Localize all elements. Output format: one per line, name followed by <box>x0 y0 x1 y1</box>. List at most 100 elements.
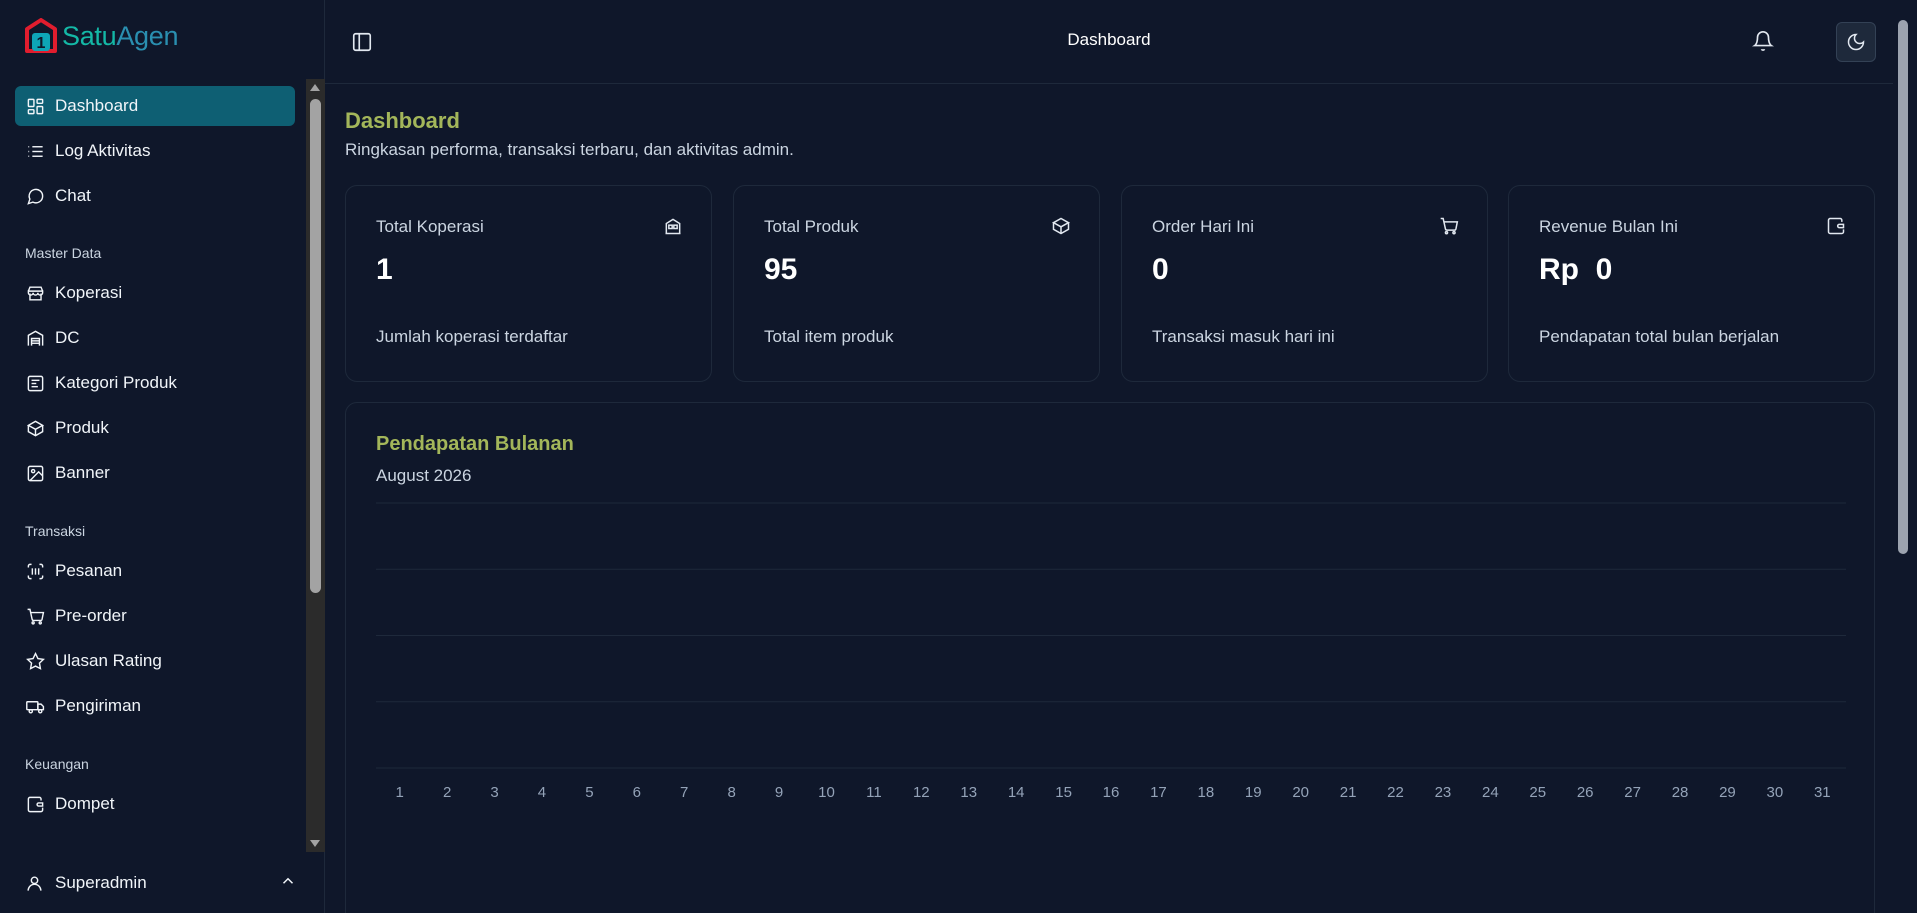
stat-card-label: Revenue Bulan Ini <box>1539 217 1678 236</box>
chart-x-tick-label: 6 <box>633 784 641 801</box>
chart-x-tick-label: 16 <box>1103 784 1120 801</box>
sidebar-item-label: Kategori Produk <box>55 373 177 392</box>
sidebar-item-dc[interactable]: DC <box>15 318 295 358</box>
stat-card-total-produk: Total Produk 95 Total item produk <box>733 185 1100 382</box>
section-master-data: Master Data <box>25 245 102 261</box>
sidebar-item-produk[interactable]: Produk <box>15 408 295 448</box>
user-name: Superadmin <box>55 873 147 892</box>
building-icon <box>663 216 683 236</box>
chart-x-tick-label: 12 <box>913 784 930 801</box>
stat-card-desc: Total item produk <box>764 327 894 346</box>
page-scrollbar[interactable] <box>1893 0 1917 913</box>
revenue-chart-card: Pendapatan Bulanan August 2026 123456789… <box>345 402 1875 913</box>
page-scroll-thumb[interactable] <box>1898 20 1908 554</box>
main-content: Dashboard Ringkasan performa, transaksi … <box>345 108 1875 913</box>
chart-x-tick-label: 15 <box>1055 784 1072 801</box>
sidebar-item-chat[interactable]: Chat <box>15 176 295 216</box>
sidebar-item-label: Pre-order <box>55 606 127 625</box>
sidebar-item-label: Log Aktivitas <box>55 141 151 160</box>
chart-x-tick-label: 22 <box>1387 784 1404 801</box>
chart-x-tick-label: 14 <box>1008 784 1025 801</box>
chart-x-tick-label: 31 <box>1814 784 1831 801</box>
app-logo[interactable]: 1 SatuAgen <box>24 18 179 54</box>
stat-card-revenue-bulan-ini: Revenue Bulan Ini Rp 0 Pendapatan total … <box>1508 185 1875 382</box>
sidebar-item-banner[interactable]: Banner <box>15 453 295 493</box>
box-icon <box>25 418 45 438</box>
truck-icon <box>25 696 45 716</box>
sidebar-item-pesanan[interactable]: Pesanan <box>15 551 295 591</box>
list-icon <box>25 141 45 161</box>
header-title: Dashboard <box>1067 30 1151 49</box>
chart-x-tick-label: 23 <box>1435 784 1452 801</box>
scan-icon <box>25 561 45 581</box>
user-menu[interactable]: Superadmin <box>15 863 305 903</box>
chart-x-tick-label: 10 <box>818 784 835 801</box>
chart-x-tick-label: 27 <box>1624 784 1641 801</box>
chart-x-tick-label: 4 <box>538 784 546 801</box>
store-icon <box>25 283 45 303</box>
wallet-icon <box>25 794 45 814</box>
stat-card-desc: Pendapatan total bulan berjalan <box>1539 327 1780 346</box>
sidebar-item-ulasan-rating[interactable]: Ulasan Rating <box>15 641 295 681</box>
chart-x-tick-label: 19 <box>1245 784 1262 801</box>
sidebar-nav: Dashboard Log Aktivitas Chat Master Data… <box>15 86 295 829</box>
scroll-down-arrow-icon[interactable] <box>310 840 320 847</box>
stat-card-label: Total Produk <box>764 217 859 236</box>
chart-x-tick-label: 13 <box>960 784 977 801</box>
page-title: Dashboard <box>345 108 460 133</box>
sidebar-item-label: Pengiriman <box>55 696 141 715</box>
sidebar-item-kategori-produk[interactable]: Kategori Produk <box>15 363 295 403</box>
chat-icon <box>25 186 45 206</box>
sidebar-item-label: DC <box>55 328 80 347</box>
sidebar-item-dompet[interactable]: Dompet <box>15 784 295 824</box>
chart-x-tick-label: 21 <box>1340 784 1357 801</box>
stat-card-value: 95 <box>764 253 798 286</box>
star-icon <box>25 651 45 671</box>
sidebar-item-dashboard[interactable]: Dashboard <box>15 86 295 126</box>
sidebar-scrollbar[interactable] <box>306 79 325 852</box>
stat-cards: Total Koperasi 1 Jumlah koperasi terdaft… <box>345 185 1875 382</box>
section-keuangan: Keuangan <box>25 756 89 772</box>
warehouse-icon <box>25 328 45 348</box>
chart-x-tick-label: 26 <box>1577 784 1594 801</box>
scroll-up-arrow-icon[interactable] <box>310 84 320 91</box>
sidebar-item-pre-order[interactable]: Pre-order <box>15 596 295 636</box>
stat-card-order-hari-ini: Order Hari Ini 0 Transaksi masuk hari in… <box>1121 185 1488 382</box>
chart-x-tick-label: 3 <box>490 784 498 801</box>
logo-text: SatuAgen <box>62 20 179 51</box>
sidebar: 1 SatuAgen Dashboard Log Aktivitas Chat … <box>0 0 325 913</box>
moon-icon <box>1847 33 1865 51</box>
sidebar-item-log-aktivitas[interactable]: Log Aktivitas <box>15 131 295 171</box>
sidebar-item-label: Pesanan <box>55 561 123 580</box>
cart-icon <box>25 606 45 626</box>
stat-card-total-koperasi: Total Koperasi 1 Jumlah koperasi terdaft… <box>345 185 712 382</box>
sidebar-item-label: Koperasi <box>55 283 123 302</box>
chart-x-tick-label: 25 <box>1529 784 1546 801</box>
category-icon <box>25 373 45 393</box>
sidebar-item-label: Ulasan Rating <box>55 651 162 670</box>
page-subtitle: Ringkasan performa, transaksi terbaru, d… <box>345 140 794 159</box>
cart-icon <box>1439 216 1459 236</box>
chart-x-tick-label: 5 <box>585 784 593 801</box>
chart-x-tick-label: 2 <box>443 784 451 801</box>
sidebar-item-koperasi[interactable]: Koperasi <box>15 273 295 313</box>
theme-toggle-button[interactable] <box>1836 22 1876 62</box>
svg-text:1: 1 <box>37 35 46 52</box>
chart-x-tick-label: 9 <box>775 784 783 801</box>
image-icon <box>25 463 45 483</box>
top-header: Dashboard <box>325 0 1893 84</box>
chart-x-tick-label: 29 <box>1719 784 1736 801</box>
stat-card-value: 0 <box>1152 253 1169 286</box>
box-icon <box>1051 216 1071 236</box>
notification-button[interactable] <box>1752 30 1774 52</box>
chart-x-tick-label: 18 <box>1197 784 1214 801</box>
bell-icon <box>1752 31 1774 51</box>
chart-x-tick-label: 1 <box>396 784 404 801</box>
chart-x-tick-label: 20 <box>1292 784 1309 801</box>
sidebar-item-label: Dompet <box>55 794 115 813</box>
logo-house-icon: 1 <box>25 18 57 53</box>
chart-x-tick-label: 8 <box>727 784 735 801</box>
sidebar-item-pengiriman[interactable]: Pengiriman <box>15 686 295 726</box>
sidebar-item-label: Produk <box>55 418 109 437</box>
sidebar-scroll-thumb[interactable] <box>310 99 321 593</box>
